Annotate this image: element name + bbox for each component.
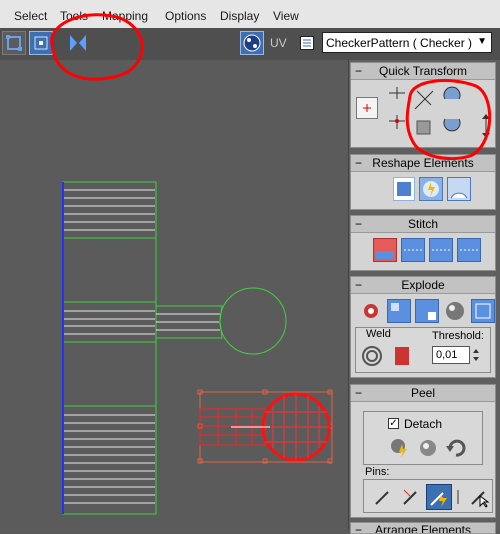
annotation-circle-rotate	[405, 79, 491, 161]
annotation-overlay	[50, 13, 491, 161]
annotation-circle-toolbar	[50, 13, 144, 81]
